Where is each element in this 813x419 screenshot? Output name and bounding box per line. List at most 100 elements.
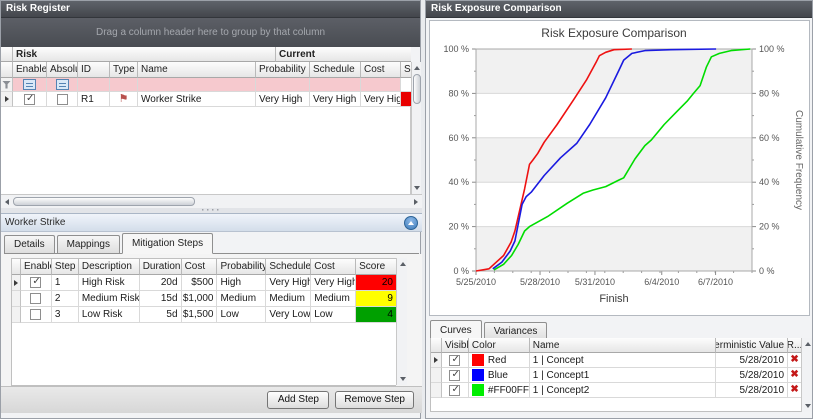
color-cell[interactable]: #FF00FF00 [469, 383, 530, 398]
remove-curve-button[interactable]: ✖ [790, 385, 798, 395]
enabled-checkbox[interactable] [24, 94, 35, 105]
deterministic-value-cell[interactable]: 5/28/2010 [716, 353, 788, 368]
add-step-button[interactable]: Add Step [267, 391, 329, 409]
col-header-schedule[interactable]: Schedule [310, 62, 361, 78]
risk-grid-vertical-scrollbar[interactable] [411, 62, 421, 194]
color-swatch[interactable] [472, 369, 484, 381]
band-header-risk[interactable]: Risk [13, 47, 276, 62]
visible-checkbox[interactable] [449, 355, 460, 366]
col-header-probability[interactable]: Probability [256, 62, 310, 78]
col-header-description[interactable]: Description [79, 259, 140, 275]
mitigation-step-row[interactable]: 3 Low Risk 5d $1,500 Low Very Low Low 4 [12, 307, 396, 323]
filter-button-icon[interactable] [56, 79, 69, 90]
cost2-cell[interactable]: Very High [311, 275, 356, 291]
filter-cell-absolute[interactable] [47, 78, 78, 92]
step-cell[interactable]: 2 [52, 291, 79, 307]
filter-cell-probability[interactable] [256, 78, 310, 92]
scroll-up-button[interactable] [802, 338, 813, 350]
col-header-cost[interactable]: Cost [361, 62, 401, 78]
enabled-checkbox[interactable] [30, 277, 41, 288]
col-header-probability[interactable]: Probability [217, 259, 266, 275]
description-cell[interactable]: High Risk [79, 275, 140, 291]
risk-enabled-cell[interactable] [13, 92, 47, 107]
probability-cell[interactable]: Low [217, 307, 266, 323]
col-header-duration[interactable]: Duration [140, 259, 182, 275]
col-header-visible[interactable]: Visible [442, 338, 469, 353]
step-cell[interactable]: 3 [52, 307, 79, 323]
filter-cell-name[interactable] [138, 78, 256, 92]
remove-curve-button[interactable]: ✖ [790, 355, 798, 365]
probability-cell[interactable]: High [217, 275, 266, 291]
schedule-cell[interactable]: Medium [266, 291, 311, 307]
col-header-step[interactable]: Step [52, 259, 79, 275]
risk-name-cell[interactable]: Worker Strike [138, 92, 256, 107]
name-cell[interactable]: 1 | Concept [530, 353, 716, 368]
risk-schedule-cell[interactable]: Very High [310, 92, 361, 107]
cost2-cell[interactable]: Low [311, 307, 356, 323]
group-by-drop-zone[interactable]: Drag a column header here to group by th… [1, 18, 420, 47]
absolute-checkbox[interactable] [57, 94, 68, 105]
filter-cell-score[interactable] [401, 78, 411, 92]
col-header-score[interactable]: Score [356, 259, 396, 275]
col-header-name[interactable]: Name [530, 338, 716, 353]
name-cell[interactable]: 1 | Concept1 [530, 368, 716, 383]
cost-cell[interactable]: $1,000 [182, 291, 218, 307]
filter-button-icon[interactable] [23, 79, 36, 90]
enabled-checkbox[interactable] [30, 309, 41, 320]
description-cell[interactable]: Low Risk [79, 307, 140, 323]
col-header-remove[interactable]: R... [788, 338, 801, 353]
risk-id-cell[interactable]: R1 [78, 92, 110, 107]
scrollbar-thumb[interactable] [413, 74, 421, 104]
color-cell[interactable]: Blue [469, 368, 530, 383]
col-header-name[interactable]: Name [138, 62, 256, 78]
visible-checkbox[interactable] [449, 370, 460, 381]
schedule-cell[interactable]: Very Low [266, 307, 311, 323]
curve-row[interactable]: Blue 1 | Concept1 5/28/2010 ✖ [431, 368, 801, 383]
duration-cell[interactable]: 20d [140, 275, 182, 291]
color-swatch[interactable] [472, 354, 484, 366]
risk-probability-cell[interactable]: Very High [256, 92, 310, 107]
col-header-cost[interactable]: Cost [182, 259, 218, 275]
scroll-up-button[interactable] [397, 258, 408, 270]
collapse-panel-button[interactable] [404, 216, 418, 230]
probability-cell[interactable]: Medium [217, 291, 266, 307]
filter-cell-cost[interactable] [361, 78, 401, 92]
score-cell[interactable]: 4 [356, 307, 396, 323]
col-header-id[interactable]: ID [78, 62, 110, 78]
risk-score-cell[interactable] [401, 92, 411, 107]
color-swatch[interactable] [472, 384, 484, 396]
duration-cell[interactable]: 15d [140, 291, 182, 307]
scroll-down-button[interactable] [397, 373, 408, 385]
visible-checkbox[interactable] [449, 385, 460, 396]
tab-details[interactable]: Details [4, 235, 55, 253]
col-header-deterministic-value[interactable]: Deterministic Value [716, 338, 788, 353]
band-header-current[interactable]: Current [276, 47, 411, 62]
mitigation-step-row[interactable]: 2 Medium Risk 15d $1,000 Medium Medium M… [12, 291, 396, 307]
deterministic-value-cell[interactable]: 5/28/2010 [716, 383, 788, 398]
scroll-up-button[interactable] [412, 62, 422, 74]
risk-cost-cell[interactable]: Very High [361, 92, 401, 107]
col-header-score[interactable]: Sc [401, 62, 411, 78]
scroll-right-button[interactable] [410, 196, 422, 208]
risk-absolute-cell[interactable] [47, 92, 78, 107]
curve-row[interactable]: #FF00FF00 1 | Concept2 5/28/2010 ✖ [431, 383, 801, 398]
col-header-cost2[interactable]: Cost [311, 259, 356, 275]
score-cell[interactable]: 9 [356, 291, 396, 307]
curve-row[interactable]: Red 1 | Concept 5/28/2010 ✖ [431, 353, 801, 368]
schedule-cell[interactable]: Very High [266, 275, 311, 291]
remove-curve-button[interactable]: ✖ [790, 370, 798, 380]
col-header-color[interactable]: Color [469, 338, 530, 353]
enabled-checkbox[interactable] [30, 293, 41, 304]
duration-cell[interactable]: 5d [140, 307, 182, 323]
filter-cell-id[interactable] [78, 78, 110, 92]
cost2-cell[interactable]: Medium [311, 291, 356, 307]
col-header-type[interactable]: Type [110, 62, 138, 78]
filter-cell-enabled[interactable] [13, 78, 47, 92]
scroll-down-button[interactable] [412, 182, 422, 194]
curves-vertical-scrollbar[interactable] [801, 338, 812, 412]
col-header-schedule[interactable]: Schedule [266, 259, 311, 275]
scroll-down-button[interactable] [802, 400, 813, 412]
score-cell[interactable]: 20 [356, 275, 396, 291]
description-cell[interactable]: Medium Risk [79, 291, 140, 307]
col-header-enabled[interactable]: Enabled [13, 62, 47, 78]
